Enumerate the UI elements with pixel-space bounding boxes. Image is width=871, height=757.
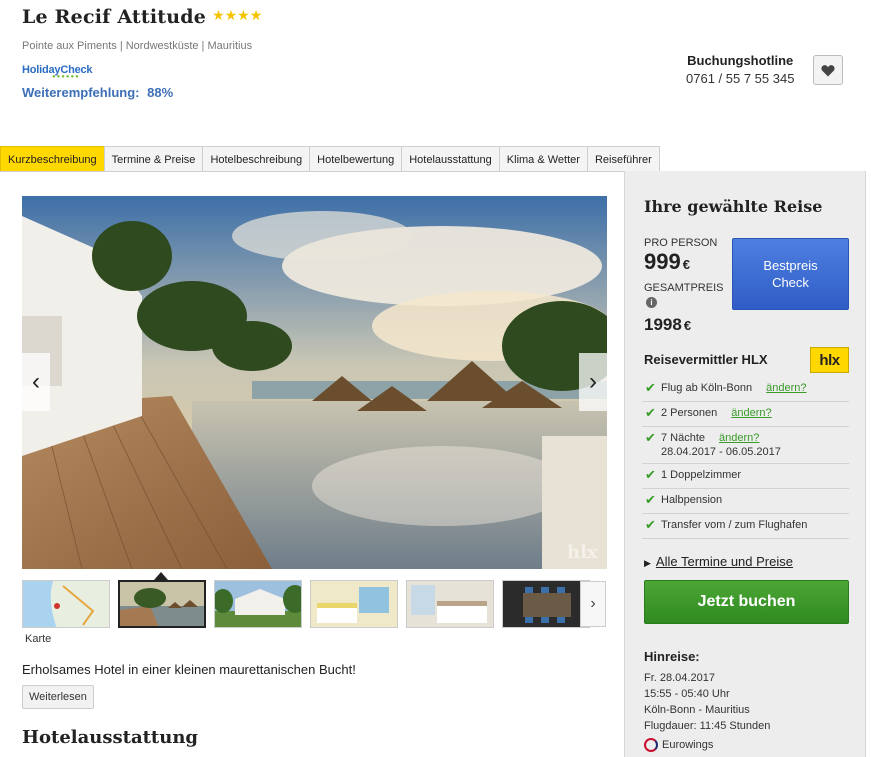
chevron-right-icon: › xyxy=(589,368,597,395)
recommendation-label: Weiterempfehlung: xyxy=(22,85,140,100)
total-price-label: GESAMTPREIS xyxy=(644,282,724,294)
tab-hotelbewertung[interactable]: Hotelbewertung xyxy=(309,146,403,172)
checkmark-icon: ✔ xyxy=(645,430,656,445)
map-thumbnail-label: Karte xyxy=(25,633,52,645)
travel-dates: 28.04.2017 - 06.05.2017 xyxy=(661,446,781,458)
currency-symbol: € xyxy=(683,318,692,333)
checkmark-icon: ✔ xyxy=(645,405,656,420)
change-persons-link[interactable]: ändern? xyxy=(731,407,771,419)
hotel-title-row: Le Recif Attitude ★★★★ xyxy=(22,6,262,28)
outbound-duration: Flugdauer: 11:45 Stunden xyxy=(644,720,771,732)
feature-persons: ✔ 2 Personen ändern? xyxy=(642,402,849,427)
per-person-price-value: 999 xyxy=(644,249,681,274)
chevron-right-icon: › xyxy=(590,595,596,612)
travel-agency: Reisevermittler HLX xyxy=(644,352,768,367)
feature-board: ✔ Halbpension xyxy=(642,489,849,514)
tab-klima-wetter[interactable]: Klima & Wetter xyxy=(498,146,588,172)
read-more-button[interactable]: Weiterlesen xyxy=(22,685,94,709)
gallery-next-button[interactable]: › xyxy=(579,353,607,411)
checkmark-icon: ✔ xyxy=(645,380,656,395)
feature-text: 1 Doppelzimmer xyxy=(661,469,742,481)
all-dates-label: Alle Termine und Preise xyxy=(655,554,793,569)
gallery-prev-button[interactable]: ‹ xyxy=(22,353,50,411)
thumbnail-room[interactable] xyxy=(310,580,398,628)
thumbnail-bedroom[interactable] xyxy=(406,580,494,628)
bestprice-check-label: Bestpreis Check xyxy=(763,258,818,290)
feature-room: ✔ 1 Doppelzimmer xyxy=(642,464,849,489)
thumbnail-strip xyxy=(22,580,598,628)
tab-reisefuehrer[interactable]: Reiseführer xyxy=(586,146,660,172)
recommendation-value: 88% xyxy=(147,85,174,100)
feature-nights: ✔ 7 Nächte ändern? 28.04.2017 - 06.05.201… xyxy=(642,427,849,464)
tab-divider xyxy=(0,171,624,172)
all-dates-link[interactable]: ▶ Alle Termine und Preise xyxy=(644,554,793,569)
feature-text: 7 Nächte xyxy=(661,432,706,444)
recommendation: Weiterempfehlung: 88% xyxy=(22,85,173,100)
checkmark-icon: ✔ xyxy=(645,517,656,532)
chevron-left-icon: ‹ xyxy=(32,368,40,395)
thumbnail-pool[interactable] xyxy=(118,580,206,628)
feature-text: 2 Personen xyxy=(661,407,718,419)
tab-hotelausstattung[interactable]: Hotelausstattung xyxy=(401,146,500,172)
feature-transfer: ✔ Transfer vom / zum Flughafen xyxy=(642,514,849,539)
feature-text: Flug ab Köln-Bonn xyxy=(661,382,753,394)
star-rating: ★★★★ xyxy=(212,6,263,23)
trip-feature-list: ✔ Flug ab Köln-Bonn ändern? ✔ 2 Personen ä… xyxy=(642,377,849,539)
booking-sidebar: Ihre gewählte Reise PRO PERSON 999 € GESA… xyxy=(624,171,866,757)
hotel-name: Le Recif Attitude xyxy=(22,6,207,28)
per-person-label: PRO PERSON xyxy=(644,237,718,249)
checkmark-icon: ✔ xyxy=(645,467,656,482)
sidebar-title: Ihre gewählte Reise xyxy=(644,197,823,216)
tab-hotelbeschreibung[interactable]: Hotelbeschreibung xyxy=(202,146,311,172)
thumbnail-restaurant[interactable] xyxy=(502,580,590,628)
feature-flight: ✔ Flug ab Köln-Bonn ändern? xyxy=(642,377,849,402)
hotel-intro-text: Erholsames Hotel in einer kleinen mauret… xyxy=(22,662,356,677)
eurowings-logo-icon xyxy=(644,738,658,752)
feature-text: Halbpension xyxy=(661,494,723,506)
hotel-main-photo[interactable]: hlx xyxy=(22,196,607,569)
section-heading-amenities: Hotelausstattung xyxy=(22,727,199,748)
tab-bar: Kurzbeschreibung Termine & Preise Hotelb… xyxy=(0,146,660,172)
heart-icon xyxy=(821,64,835,76)
airline-name: Eurowings xyxy=(662,739,714,751)
favorite-button[interactable] xyxy=(813,55,843,85)
booking-hotline: Buchungshotline 0761 / 55 7 55 345 xyxy=(686,53,794,86)
currency-symbol: € xyxy=(682,257,690,272)
bestprice-check-button[interactable]: Bestpreis Check xyxy=(732,238,849,310)
triangle-right-icon: ▶ xyxy=(644,558,651,568)
change-flight-link[interactable]: ändern? xyxy=(766,382,806,394)
outbound-details: Fr. 28.04.2017 15:55 - 05:40 Uhr Köln-Bo… xyxy=(644,670,770,734)
hotline-number: 0761 / 55 7 55 345 xyxy=(686,71,795,86)
info-icon[interactable]: i xyxy=(646,297,657,308)
feature-text: Transfer vom / zum Flughafen xyxy=(661,519,808,531)
hotel-location: Pointe aux Piments | Nordwestküste | Mau… xyxy=(22,40,253,52)
outbound-times: 15:55 - 05:40 Uhr xyxy=(644,688,730,700)
airline: Eurowings xyxy=(644,738,713,752)
thumbnail-resort[interactable] xyxy=(214,580,302,628)
total-price: 1998 € xyxy=(644,315,691,335)
outbound-date: Fr. 28.04.2017 xyxy=(644,672,715,684)
book-now-button[interactable]: Jetzt buchen xyxy=(644,580,849,624)
hotline-label: Buchungshotline xyxy=(687,53,794,68)
per-person-price: 999 € xyxy=(644,249,690,275)
hlx-watermark: hlx xyxy=(567,542,598,563)
thumbnail-map[interactable] xyxy=(22,580,110,628)
tab-kurzbeschreibung[interactable]: Kurzbeschreibung xyxy=(0,146,105,172)
selected-thumbnail-indicator xyxy=(154,572,168,580)
outbound-title: Hinreise: xyxy=(644,649,700,664)
thumbnail-next-button[interactable]: › xyxy=(580,581,606,627)
checkmark-icon: ✔ xyxy=(645,492,656,507)
holidaycheck-logo[interactable]: HolidayCheck ●●●●●● xyxy=(22,64,93,80)
tab-termine-preise[interactable]: Termine & Preise xyxy=(103,146,204,172)
total-price-value: 1998 xyxy=(644,315,682,334)
change-dates-link[interactable]: ändern? xyxy=(719,432,759,444)
hlx-logo: hlx xyxy=(810,347,849,373)
outbound-route: Köln-Bonn - Mauritius xyxy=(644,704,750,716)
